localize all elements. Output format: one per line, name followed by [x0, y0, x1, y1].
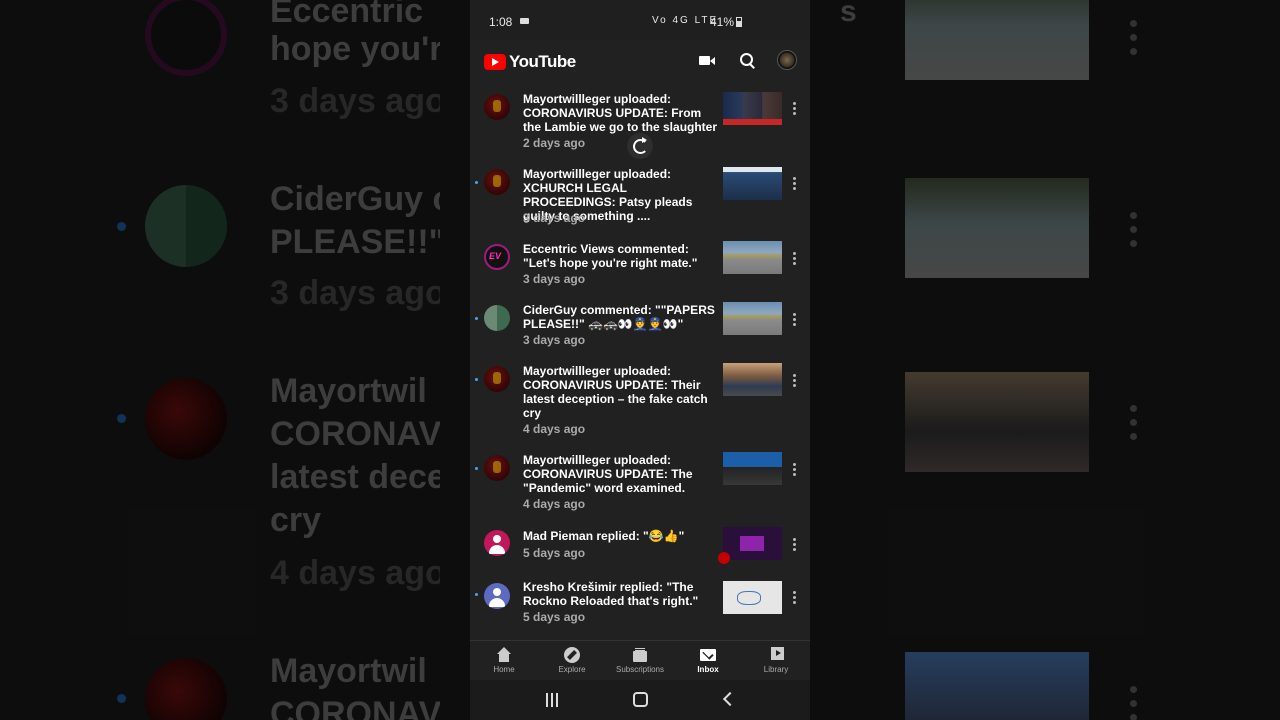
phone-screen: 1:08 Vo 4G LTE 41% YouTube Mayortwillleg…: [470, 0, 810, 720]
unread-dot: [475, 467, 478, 470]
channel-avatar: [484, 94, 510, 120]
home-icon: [496, 647, 512, 663]
account-avatar[interactable]: [777, 50, 797, 70]
video-thumbnail[interactable]: [723, 581, 782, 614]
home-button-icon[interactable]: [633, 692, 648, 707]
video-thumbnail[interactable]: [723, 241, 782, 274]
more-options-icon[interactable]: [793, 538, 799, 553]
notification-text: Mayortwillleger uploaded: CORONAVIRUS UP…: [523, 453, 693, 495]
video-thumbnail[interactable]: [723, 302, 782, 335]
background-right-panel: s: [840, 0, 1180, 720]
battery-percent: 41%: [710, 15, 735, 29]
recording-icon: [520, 18, 529, 24]
channel-avatar: [484, 366, 510, 392]
nav-library[interactable]: Library: [742, 641, 810, 680]
nav-label: Library: [763, 665, 789, 674]
video-thumbnail[interactable]: [723, 363, 782, 396]
nav-label: Home: [493, 665, 515, 674]
nav-inbox[interactable]: Inbox: [674, 641, 742, 680]
status-time: 1:08: [489, 15, 513, 29]
nav-subscriptions[interactable]: Subscriptions: [606, 641, 674, 680]
more-options-icon[interactable]: [793, 591, 799, 606]
video-camera-icon[interactable]: [696, 48, 720, 72]
nav-label: Inbox: [697, 665, 719, 674]
refresh-spinner-icon: [627, 133, 653, 159]
unread-dot: [475, 181, 478, 184]
more-options-icon[interactable]: [793, 374, 799, 389]
back-icon[interactable]: [722, 691, 738, 707]
nav-label: Explore: [558, 665, 586, 674]
more-options-icon[interactable]: [793, 177, 799, 192]
notification-time: 4 days ago: [523, 497, 586, 511]
video-thumbnail[interactable]: [723, 452, 782, 485]
app-bar: YouTube: [470, 40, 810, 80]
notification-time: 5 days ago: [523, 610, 586, 624]
notification-text: Kresho Krešimir replied: "The Rockno Rel…: [523, 580, 699, 608]
more-options-icon[interactable]: [793, 463, 799, 478]
notification-time: 3 days ago: [523, 272, 586, 286]
unread-dot: [475, 317, 478, 320]
user-avatar: [484, 583, 510, 609]
unread-dot: [475, 593, 478, 596]
video-thumbnail[interactable]: [723, 92, 782, 125]
more-options-icon[interactable]: [793, 313, 799, 328]
nav-label: Subscriptions: [615, 665, 665, 674]
battery-icon: [736, 17, 742, 27]
more-options-icon[interactable]: [793, 252, 799, 267]
youtube-logo-text: YouTube: [509, 52, 576, 71]
notification-time: 3 days ago: [523, 211, 586, 225]
notification-time: 3 days ago: [523, 333, 586, 347]
bg-dim-overlay: [840, 0, 1180, 720]
channel-avatar: [484, 244, 510, 270]
system-navigation-bar: [470, 680, 810, 720]
background-left-panel: Eccentric hope you'r 3 days ago CiderGuy…: [100, 0, 440, 720]
touch-indicator: [718, 552, 730, 564]
notification-time: 2 days ago: [523, 136, 586, 150]
channel-avatar: [484, 455, 510, 481]
status-bar: 1:08 Vo 4G LTE 41%: [470, 0, 810, 40]
notification-text: Mayortwillleger uploaded: CORONAVIRUS UP…: [523, 364, 708, 420]
more-options-icon[interactable]: [793, 102, 799, 117]
youtube-play-icon: [484, 54, 506, 70]
notification-text: Eccentric Views commented: "Let's hope y…: [523, 242, 698, 270]
subscriptions-icon: [632, 647, 648, 663]
notification-time: 4 days ago: [523, 422, 586, 436]
user-avatar: [484, 530, 510, 556]
recent-apps-icon[interactable]: [546, 693, 558, 707]
notification-time: 5 days ago: [523, 546, 586, 560]
notification-text: CiderGuy commented: ""PAPERS PLEASE!!" 🚓…: [523, 303, 715, 331]
notification-text: Mad Pieman replied: "😂👍": [523, 529, 685, 543]
inbox-icon: [700, 647, 716, 663]
search-icon[interactable]: [735, 48, 759, 72]
bg-dim-overlay: [100, 0, 440, 720]
nav-explore[interactable]: Explore: [538, 641, 606, 680]
youtube-logo[interactable]: YouTube: [484, 52, 576, 72]
unread-dot: [475, 378, 478, 381]
bottom-navigation: Home Explore Subscriptions Inbox Library: [470, 640, 810, 680]
nav-home[interactable]: Home: [470, 641, 538, 680]
channel-avatar: [484, 169, 510, 195]
library-icon: [768, 647, 784, 663]
channel-avatar: [484, 305, 510, 331]
video-thumbnail[interactable]: [723, 167, 782, 200]
notification-text: Mayortwillleger uploaded: CORONAVIRUS UP…: [523, 92, 718, 134]
video-thumbnail[interactable]: [723, 527, 782, 560]
explore-icon: [564, 647, 580, 663]
network-status: Vo 4G LTE: [652, 15, 719, 26]
